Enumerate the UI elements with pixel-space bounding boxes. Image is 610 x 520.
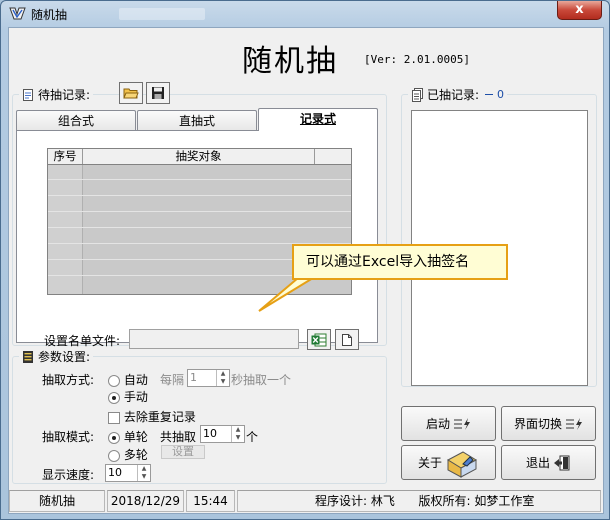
settings-icon (23, 350, 33, 363)
interval-value[interactable]: 1 (188, 370, 216, 386)
interval-prefix: 每隔 (160, 373, 185, 387)
checkbox-dedupe[interactable]: 去除重复记录 (108, 408, 196, 425)
pending-legend: 待抽记录: (38, 88, 91, 102)
title-bar[interactable]: 随机抽 x (1, 1, 609, 27)
status-designer: 程序设计: 林飞 (315, 494, 395, 508)
total-spinner[interactable]: 10 ▲ ▼ (200, 425, 245, 443)
radio-multi[interactable]: 多轮 (108, 446, 148, 463)
exit-label: 退出 (525, 456, 550, 470)
tooltip-callout: 可以通过Excel导入抽签名 (292, 244, 508, 280)
client-area: 随机抽 [Ver: 2.01.0005] 待抽记录: 组合式 直抽式 记录式 序… (8, 27, 604, 514)
status-info: 程序设计: 林飞 版权所有: 如梦工作室 (237, 490, 601, 512)
status-time: 15:44 (186, 490, 235, 512)
dedupe-box[interactable] (108, 411, 120, 424)
interval-spinner[interactable]: 1 ▲ ▼ (187, 369, 230, 387)
import-excel-button[interactable] (307, 329, 331, 350)
tab-combination[interactable]: 组合式 (16, 110, 136, 131)
window-title: 随机抽 (31, 8, 68, 22)
dedupe-label: 去除重复记录 (123, 410, 196, 424)
main-window: 随机抽 x 随机抽 [Ver: 2.01.0005] 待抽记录: 组合式 直抽式… (0, 0, 610, 520)
about-icon (446, 450, 478, 478)
start-label: 启动 (425, 417, 450, 431)
start-icon (454, 417, 470, 430)
col-index[interactable]: 序号 (48, 149, 83, 164)
record-tab-panel: 序号 抽奖对象 设置名单文件: (16, 130, 378, 350)
start-button[interactable]: 启动 (401, 406, 496, 441)
switch-view-button[interactable]: 界面切换 (501, 406, 596, 441)
document-icon (23, 88, 33, 101)
col-extra (315, 149, 351, 164)
setup-button[interactable]: 设置 (161, 445, 205, 459)
radio-single-dot[interactable] (108, 431, 120, 444)
method-label: 抽取方式: (42, 373, 95, 387)
save-button[interactable] (146, 82, 170, 104)
drawn-legend: 已抽记录: (427, 88, 480, 102)
radio-auto[interactable]: 自动 (108, 371, 148, 388)
save-disk-icon (152, 87, 164, 99)
excel-icon (311, 333, 327, 346)
open-file-button[interactable] (119, 82, 143, 104)
grid-line (48, 195, 351, 196)
total-value[interactable]: 10 (201, 426, 231, 442)
grid-line (48, 211, 351, 212)
radio-multi-dot[interactable] (108, 449, 120, 462)
tab-record[interactable]: 记录式 (258, 108, 378, 131)
app-title: 随机抽 (242, 44, 338, 79)
new-file-button[interactable] (335, 329, 359, 350)
tooltip-pointer (258, 277, 317, 312)
exit-button[interactable]: 退出 (501, 445, 596, 480)
grid-line (48, 227, 351, 228)
switch-label: 界面切换 (513, 417, 562, 431)
tooltip-text: 可以通过Excel导入抽签名 (306, 254, 470, 270)
switch-icon (566, 417, 582, 430)
open-folder-icon (123, 88, 139, 99)
tab-direct[interactable]: 直抽式 (137, 110, 257, 131)
speed-spinner[interactable]: 10 ▲ ▼ (105, 464, 151, 482)
grid-line (48, 179, 351, 180)
app-icon (9, 7, 26, 20)
status-copyright: 版权所有: 如梦工作室 (418, 494, 535, 508)
col-target[interactable]: 抽奖对象 (83, 149, 315, 164)
radio-auto-dot[interactable] (108, 374, 120, 387)
radio-manual-label: 手动 (123, 390, 148, 404)
new-file-icon (342, 333, 352, 346)
speed-value[interactable]: 10 (106, 465, 137, 481)
list-icon (412, 87, 423, 102)
file-path-input[interactable] (129, 329, 299, 349)
exit-icon (554, 455, 570, 470)
status-date: 2018/12/29 (107, 490, 184, 512)
status-bar: 随机抽 2018/12/29 15:44 程序设计: 林飞 版权所有: 如梦工作… (9, 490, 603, 514)
about-label: 关于 (417, 456, 442, 470)
close-button[interactable]: x (557, 1, 602, 20)
mode-label: 抽取模式: (42, 430, 95, 444)
drawn-group: 已抽记录: 0 (401, 86, 597, 387)
interval-suffix: 秒抽取一个 (231, 373, 292, 387)
drawn-count-line (485, 94, 494, 95)
speed-label: 显示速度: (42, 468, 95, 482)
drawn-count: 0 (497, 88, 505, 101)
title-ghost (119, 8, 205, 20)
radio-single-label: 单轮 (123, 430, 148, 444)
total-suffix: 个 (246, 430, 259, 444)
radio-auto-label: 自动 (123, 373, 148, 387)
radio-multi-label: 多轮 (123, 448, 148, 462)
version-label: [Ver: 2.01.0005] (364, 53, 470, 66)
params-group: 参数设置: 抽取方式: 自动 每隔 1 ▲ ▼ 秒抽取一个 手动 去除重复记录 抽… (12, 348, 387, 484)
grid-header: 序号 抽奖对象 (48, 149, 351, 165)
total-prefix: 共抽取 (160, 430, 197, 444)
radio-single[interactable]: 单轮 (108, 428, 148, 445)
file-label: 设置名单文件: (44, 334, 121, 348)
params-legend: 参数设置: (38, 350, 91, 364)
about-button[interactable]: 关于 (401, 445, 496, 480)
status-app: 随机抽 (9, 490, 105, 512)
radio-manual-dot[interactable] (108, 391, 120, 404)
radio-manual[interactable]: 手动 (108, 388, 148, 405)
